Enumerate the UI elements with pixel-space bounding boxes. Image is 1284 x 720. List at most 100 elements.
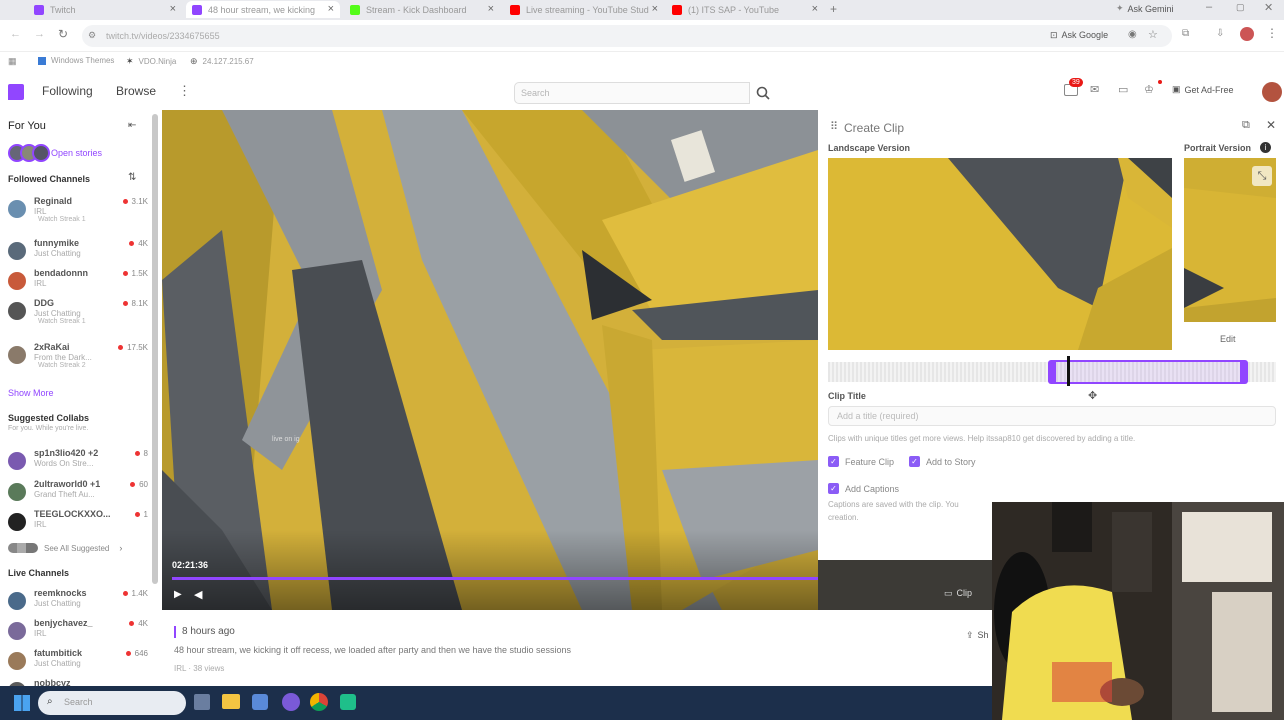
close-tab-icon[interactable]: ×: [170, 3, 176, 15]
inbox-icon[interactable]: ✉: [1090, 83, 1099, 96]
close-tab-icon[interactable]: ×: [812, 3, 818, 15]
user-avatar[interactable]: [1262, 82, 1282, 102]
crown-icon[interactable]: ♔: [1144, 83, 1154, 96]
sidebar-scrollbar[interactable]: [152, 114, 158, 584]
live-channel[interactable]: benjychavez_ IRL 4K: [6, 616, 156, 646]
browser-tab[interactable]: Twitch ×: [28, 1, 182, 18]
live-channel[interactable]: fatumbitick Just Chatting 646: [6, 646, 156, 676]
browser-tab[interactable]: Live streaming - YouTube Stud ×: [504, 1, 664, 18]
stories-avatars[interactable]: [8, 144, 50, 164]
volume-icon[interactable]: ◀: [194, 588, 202, 601]
landscape-preview[interactable]: [828, 158, 1172, 350]
windows-icon: [38, 56, 46, 65]
live-channel[interactable]: reemknocks Just Chatting 1.4K: [6, 586, 156, 616]
get-ad-free-button[interactable]: ▣ Get Ad-Free: [1172, 84, 1234, 95]
share-button[interactable]: ⇪ Sh: [966, 630, 989, 641]
clip-title-input[interactable]: Add a title (required): [828, 406, 1276, 426]
minimize-icon[interactable]: –: [1206, 1, 1212, 13]
close-icon[interactable]: ✕: [1266, 118, 1276, 132]
playhead[interactable]: [1067, 356, 1070, 386]
back-icon[interactable]: ←: [10, 28, 21, 40]
clip-icon: ▭: [944, 588, 953, 598]
bookmark-item[interactable]: Windows Themes: [38, 56, 114, 65]
browser-tab-active[interactable]: 48 hour stream, we kicking ×: [186, 1, 340, 18]
avatar: [8, 346, 26, 364]
search-input[interactable]: Search: [514, 82, 750, 104]
browser-tab[interactable]: (1) ITS SAP - YouTube ×: [666, 1, 824, 18]
sort-icon[interactable]: ⇅: [128, 172, 136, 183]
ask-google-button[interactable]: ⊡ Ask Google: [1050, 30, 1108, 41]
see-all-suggested-link[interactable]: See All Suggested ›: [8, 543, 122, 553]
ask-gemini-button[interactable]: ✦ Ask Gemini: [1116, 3, 1174, 14]
accent-bar: [174, 626, 176, 638]
range-start-handle[interactable]: [1048, 360, 1056, 384]
search-icon: ⌕: [47, 696, 53, 707]
add-to-story-checkbox[interactable]: ✓ Add to Story: [909, 456, 976, 467]
store-icon[interactable]: [252, 694, 268, 710]
feature-clip-checkbox[interactable]: ✓ Feature Clip: [828, 456, 894, 467]
profile-avatar[interactable]: [1240, 27, 1254, 41]
browser-menu-icon[interactable]: ⋮: [1266, 26, 1278, 40]
close-tab-icon[interactable]: ×: [652, 3, 658, 15]
nav-browse[interactable]: Browse: [116, 84, 156, 98]
seek-bar[interactable]: [172, 577, 818, 580]
maximize-icon[interactable]: ▢: [1236, 2, 1245, 13]
video-meta: IRL · 38 views: [174, 664, 225, 673]
bookmark-star-icon[interactable]: ☆: [1148, 28, 1158, 41]
show-more-link[interactable]: Show More: [8, 388, 54, 398]
followed-channel[interactable]: 2xRaKai From the Dark... Watch Streak 2 …: [6, 340, 156, 370]
viewer-count: 3.1K: [123, 197, 148, 206]
range-end-handle[interactable]: [1240, 360, 1248, 384]
collapse-sidebar-icon[interactable]: ⇤: [128, 120, 136, 131]
chrome-icon[interactable]: [310, 693, 328, 711]
video-player[interactable]: live on ig 02:21:36 ▶ ◀: [162, 110, 818, 610]
bookmark-item[interactable]: ⊕ 24.127.215.67: [190, 56, 254, 67]
window-close-icon[interactable]: ✕: [1264, 1, 1273, 14]
privacy-icon[interactable]: ◉: [1128, 29, 1137, 40]
downloads-icon[interactable]: ⇩: [1216, 28, 1224, 39]
close-tab-icon[interactable]: ×: [488, 3, 494, 15]
task-view-icon[interactable]: [194, 694, 210, 710]
twitch-logo-icon[interactable]: [8, 84, 24, 100]
windows-start-icon[interactable]: [14, 695, 30, 711]
reload-icon[interactable]: ↻: [58, 27, 68, 41]
browser-tab[interactable]: Stream - Kick Dashboard ×: [344, 1, 500, 18]
twitch-tab-icon: [192, 4, 202, 15]
collab-channel[interactable]: 2ultraworld0 +1 Grand Theft Au... 60: [6, 477, 156, 507]
url-field[interactable]: ⚙ twitch.tv/videos/2334675655 ⊡ Ask Googl…: [82, 25, 1172, 47]
followed-channel[interactable]: funnymike Just Chatting 4K: [6, 236, 156, 266]
play-icon[interactable]: ▶: [174, 589, 182, 600]
edit-link[interactable]: Edit: [1220, 334, 1236, 344]
extensions-icon[interactable]: ⧉: [1182, 28, 1189, 39]
app-icon[interactable]: [340, 694, 356, 710]
site-info-icon[interactable]: ⚙: [88, 30, 96, 41]
add-captions-checkbox[interactable]: ✓ Add Captions: [828, 483, 899, 494]
live-channel[interactable]: nobbcyz: [6, 676, 156, 686]
collab-channel[interactable]: TEEGLOCKXXO... IRL 1: [6, 507, 156, 537]
search-button[interactable]: [752, 82, 774, 104]
search-icon: [756, 86, 770, 100]
whispers-icon[interactable]: ▭: [1118, 83, 1128, 96]
app-icon[interactable]: [282, 693, 300, 711]
expand-icon[interactable]: ⤡: [1252, 166, 1272, 186]
globe-icon: ⊕: [190, 56, 198, 66]
nav-following[interactable]: Following: [42, 84, 93, 98]
open-stories-link[interactable]: Open stories: [51, 148, 102, 158]
apps-grid-icon[interactable]: ▦: [8, 56, 17, 67]
popout-icon[interactable]: ⧉: [1242, 119, 1250, 132]
more-menu-icon[interactable]: ⋮: [178, 83, 191, 99]
collab-channel[interactable]: sp1n3lio420 +2 Words On Stre... 8: [6, 446, 156, 476]
file-explorer-icon[interactable]: [222, 694, 240, 709]
bookmark-item[interactable]: ✶ VDO.Ninja: [126, 56, 176, 67]
forward-icon[interactable]: →: [34, 28, 45, 40]
followed-channel[interactable]: DDG Just Chatting Watch Streak 1 8.1K: [6, 296, 156, 326]
clip-button[interactable]: ▭ Clip: [944, 588, 972, 599]
close-tab-icon[interactable]: ×: [328, 3, 334, 15]
info-icon[interactable]: i: [1260, 142, 1271, 153]
followed-channel[interactable]: bendadonnn IRL 1.5K: [6, 266, 156, 296]
drag-handle-icon[interactable]: ⠿: [830, 120, 838, 133]
followed-channel[interactable]: Reginald IRL Watch Streak 1 3.1K: [6, 194, 156, 224]
new-tab-icon[interactable]: +: [830, 2, 837, 16]
clip-range-selector[interactable]: [1050, 360, 1246, 384]
taskbar-search[interactable]: ⌕ Search: [38, 691, 186, 715]
